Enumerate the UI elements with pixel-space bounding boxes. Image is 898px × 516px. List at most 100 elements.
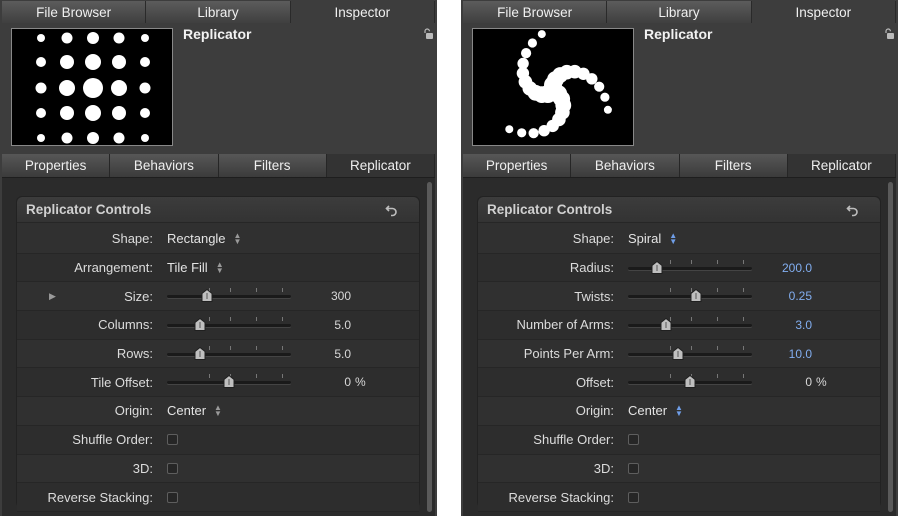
tab-properties[interactable]: Properties <box>2 154 111 177</box>
disclosure-triangle-icon[interactable]: ▶ <box>49 291 56 302</box>
reset-icon[interactable] <box>846 203 860 217</box>
slider-knob-icon[interactable] <box>690 289 702 303</box>
inspector-content: Replicator Controls Shape: Rectangle ▲ ▼ … <box>2 178 435 516</box>
spiral-dot <box>603 105 612 114</box>
3d-checkbox[interactable] <box>167 462 178 474</box>
slider-knob-icon[interactable] <box>660 318 672 332</box>
param-row-columns: Columns: 5.0 <box>17 311 419 340</box>
slider-track[interactable] <box>167 352 291 356</box>
origin-popup[interactable]: Center ▲ ▼ <box>628 403 683 418</box>
slider-track[interactable] <box>167 295 291 299</box>
shape-label: Shape: <box>572 231 614 247</box>
slider-knob-icon[interactable] <box>194 318 206 332</box>
columns-slider[interactable] <box>167 317 291 333</box>
reset-icon[interactable] <box>385 203 399 217</box>
slider-track[interactable] <box>628 266 752 270</box>
rows-label: Rows: <box>116 346 153 362</box>
tab-file-browser[interactable]: File Browser <box>463 1 608 23</box>
spiral-dot <box>505 125 514 134</box>
tab-replicator[interactable]: Replicator <box>787 154 896 177</box>
slider-knob-icon[interactable] <box>201 289 213 303</box>
arrangement-value: Tile Fill <box>167 260 208 276</box>
popup-arrows-icon: ▲ ▼ <box>215 259 224 275</box>
slider-tick <box>717 259 719 264</box>
scrollbar[interactable] <box>427 182 432 512</box>
popup-arrows-icon: ▲ ▼ <box>233 230 242 246</box>
spiral-dot <box>538 125 550 137</box>
twists-value[interactable]: 0.25 <box>778 289 812 303</box>
slider-tick <box>256 374 258 379</box>
popup-arrows-icon: ▲ ▼ <box>669 230 678 246</box>
number-of-arms-value[interactable]: 3.0 <box>778 318 812 332</box>
lock-icon[interactable] <box>884 28 894 39</box>
param-row-reverse-stacking: Reverse Stacking: <box>478 483 880 512</box>
tab-file-browser[interactable]: File Browser <box>2 1 147 23</box>
number-of-arms-label: Number of Arms: <box>516 317 614 333</box>
rows-slider[interactable] <box>167 345 291 362</box>
rows-value[interactable]: 5.0 <box>317 347 351 361</box>
tab-inspector[interactable]: Inspector <box>751 1 896 23</box>
tab-filters[interactable]: Filters <box>218 154 327 177</box>
slider-tick <box>670 374 672 379</box>
twists-slider[interactable] <box>628 288 752 304</box>
tab-properties[interactable]: Properties <box>463 154 572 177</box>
size-value[interactable]: 300 <box>317 289 351 303</box>
slider-tick <box>743 259 745 264</box>
section-title: Replicator Controls <box>17 197 419 223</box>
tab-inspector[interactable]: Inspector <box>290 1 435 23</box>
sub-tab-bar: Properties Behaviors Filters Replicator <box>2 154 435 178</box>
slider-tick <box>209 374 211 379</box>
slider-tick <box>282 374 284 379</box>
slider-track[interactable] <box>167 324 291 328</box>
slider-track[interactable] <box>628 352 752 356</box>
tab-library[interactable]: Library <box>607 1 752 23</box>
columns-value[interactable]: 5.0 <box>317 318 351 332</box>
tab-library[interactable]: Library <box>146 1 291 23</box>
radius-value[interactable]: 200.0 <box>778 261 812 275</box>
shuffle-order-checkbox[interactable] <box>167 434 178 446</box>
points-per-arm-slider[interactable] <box>628 345 752 362</box>
slider-knob-icon[interactable] <box>194 346 206 360</box>
reverse-stacking-checkbox[interactable] <box>167 491 178 503</box>
slider-tick <box>691 345 693 350</box>
scrollbar[interactable] <box>888 182 893 512</box>
3d-label: 3D: <box>593 460 614 476</box>
param-row-3d: 3D: <box>17 455 419 484</box>
reverse-stacking-checkbox[interactable] <box>628 491 639 503</box>
tile-offset-value[interactable]: 0 <box>317 375 351 389</box>
slider-tick <box>717 288 719 293</box>
tab-behaviors[interactable]: Behaviors <box>571 154 680 177</box>
param-row-points-per-arm: Points Per Arm: 10.0 <box>478 340 880 369</box>
slider-knob-icon[interactable] <box>684 375 696 389</box>
shape-popup[interactable]: Spiral ▲ ▼ <box>628 231 677 246</box>
slider-knob-icon[interactable] <box>651 260 663 274</box>
spiral-dot <box>600 92 610 102</box>
slider-tick <box>256 317 258 322</box>
lock-icon[interactable] <box>423 28 433 39</box>
tile-offset-slider[interactable] <box>167 374 291 390</box>
number-of-arms-slider[interactable] <box>628 317 752 333</box>
param-row-arrangement: Arrangement: Tile Fill ▲ ▼ <box>17 253 419 283</box>
size-slider[interactable] <box>167 288 291 304</box>
tab-filters[interactable]: Filters <box>679 154 788 177</box>
tile-offset-unit: % <box>355 375 366 390</box>
tab-replicator[interactable]: Replicator <box>326 154 435 177</box>
param-row-shuffle-order: Shuffle Order: <box>478 425 880 455</box>
points-per-arm-value[interactable]: 10.0 <box>778 347 812 361</box>
shape-value: Spiral <box>628 231 662 247</box>
slider-tick <box>282 288 284 293</box>
slider-knob-icon[interactable] <box>223 375 235 389</box>
3d-checkbox[interactable] <box>628 462 639 474</box>
offset-value[interactable]: 0 <box>778 375 812 389</box>
reverse-stacking-label: Reverse Stacking: <box>508 489 615 505</box>
radius-slider[interactable] <box>628 259 752 276</box>
slider-knob-icon[interactable] <box>672 346 684 360</box>
arrangement-popup[interactable]: Tile Fill ▲ ▼ <box>167 260 224 275</box>
shuffle-order-checkbox[interactable] <box>628 434 639 446</box>
slider-track[interactable] <box>628 324 752 328</box>
tab-behaviors[interactable]: Behaviors <box>110 154 219 177</box>
spiral-preview-image <box>505 30 612 139</box>
offset-slider[interactable] <box>628 374 752 390</box>
origin-popup[interactable]: Center ▲ ▼ <box>167 403 222 418</box>
shape-popup[interactable]: Rectangle ▲ ▼ <box>167 231 241 246</box>
